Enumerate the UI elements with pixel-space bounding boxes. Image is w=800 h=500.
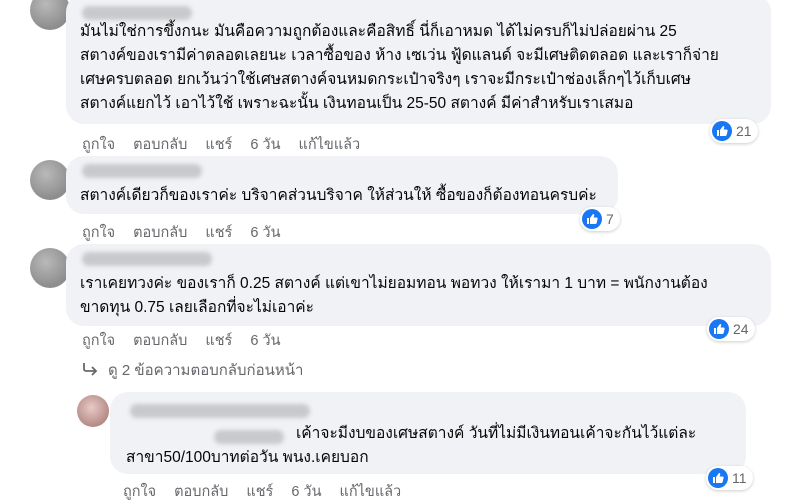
reaction-count[interactable]: 24 xyxy=(707,317,755,341)
thumbs-up-icon xyxy=(708,468,728,488)
comment-line: เราเคยทวงค่ะ ของเราก็ 0.25 สตางค์ แต่เขา… xyxy=(80,275,708,292)
commenter-name-blurred[interactable] xyxy=(82,6,192,20)
comment-text: สตางค์เดียวก็ของเราค่ะ บริจาคส่วนบริจาค … xyxy=(80,184,597,208)
replier-name-blurred[interactable] xyxy=(130,404,310,418)
reply-line: สาขา50/100บาทต่อวัน พนง.เคยบอก xyxy=(126,449,369,466)
comment-actions: ถูกใจ ตอบกลับ แชร์ 6 วัน xyxy=(82,329,298,352)
reply-bubble: เค้าจะมีงบของเศษสตางค์ วันที่ไม่มีเงินทอ… xyxy=(110,392,746,474)
thumbs-up-icon xyxy=(582,209,602,229)
comment-bubble: มันไม่ใช่การขึ้งกนะ มันคือความถูกต้องและ… xyxy=(66,0,771,124)
reply-arrow-icon xyxy=(82,360,98,381)
view-previous-replies-label: ดู 2 ข้อความตอบกลับก่อนหน้า xyxy=(108,362,304,379)
reaction-count[interactable]: 21 xyxy=(710,119,758,143)
comment-bubble: สตางค์เดียวก็ของเราค่ะ บริจาคส่วนบริจาค … xyxy=(66,156,618,214)
commenter-avatar[interactable] xyxy=(30,160,70,200)
reply-link[interactable]: ตอบกลับ xyxy=(174,480,228,500)
thumbs-up-icon xyxy=(709,319,729,339)
share-link[interactable]: แชร์ xyxy=(246,480,273,500)
timestamp[interactable]: 6 วัน xyxy=(250,221,280,244)
reply-line: เค้าจะมีงบของเศษสตางค์ วันที่ไม่มีเงินทอ… xyxy=(296,425,697,442)
like-link[interactable]: ถูกใจ xyxy=(82,221,115,244)
edited-label[interactable]: แก้ไขแล้ว xyxy=(298,133,360,156)
comment-line: มันไม่ใช่การขึ้งกนะ มันคือความถูกต้องและ… xyxy=(80,23,677,40)
reply-text: เค้าจะมีงบของเศษสตางค์ วันที่ไม่มีเงินทอ… xyxy=(126,422,696,470)
comment-line: สตางค์เดียวก็ของเราค่ะ บริจาคส่วนบริจาค … xyxy=(80,187,597,204)
reply-link[interactable]: ตอบกลับ xyxy=(133,133,187,156)
reaction-count[interactable]: 7 xyxy=(580,207,620,231)
commenter-avatar[interactable] xyxy=(30,0,70,30)
commenter-avatar[interactable] xyxy=(30,248,70,288)
comment-line: ขาดทุน 0.75 เลยเลือกที่จะไม่เอาค่ะ xyxy=(80,299,314,316)
replier-avatar[interactable] xyxy=(77,395,109,427)
commenter-name-blurred[interactable] xyxy=(82,164,202,178)
reaction-count-value: 7 xyxy=(606,211,614,227)
comment-line: สตางค์ของเรามีค่าตลอดเลยนะ เวลาซื้อของ ห… xyxy=(80,47,719,64)
edited-label[interactable]: แก้ไขแล้ว xyxy=(339,480,401,500)
thumbs-up-icon xyxy=(712,121,732,141)
like-link[interactable]: ถูกใจ xyxy=(82,329,115,352)
comment-text: มันไม่ใช่การขึ้งกนะ มันคือความถูกต้องและ… xyxy=(80,20,719,116)
timestamp[interactable]: 6 วัน xyxy=(250,329,280,352)
reaction-count-value: 21 xyxy=(736,123,752,139)
comment-actions: ถูกใจ ตอบกลับ แชร์ 6 วัน xyxy=(82,221,298,244)
reply-link[interactable]: ตอบกลับ xyxy=(133,221,187,244)
reaction-count-value: 11 xyxy=(732,470,747,486)
reply-link[interactable]: ตอบกลับ xyxy=(133,329,187,352)
share-link[interactable]: แชร์ xyxy=(205,133,232,156)
like-link[interactable]: ถูกใจ xyxy=(82,133,115,156)
reaction-count[interactable]: 11 xyxy=(706,466,753,490)
commenter-name-blurred[interactable] xyxy=(82,252,212,266)
timestamp[interactable]: 6 วัน xyxy=(291,480,321,500)
comment-bubble: เราเคยทวงค่ะ ของเราก็ 0.25 สตางค์ แต่เขา… xyxy=(66,244,771,326)
comment-actions: ถูกใจ ตอบกลับ แชร์ 6 วัน แก้ไขแล้ว xyxy=(82,133,378,156)
share-link[interactable]: แชร์ xyxy=(205,221,232,244)
comment-line: สตางค์แยกไว้ เอาไว้ใช้ เพราะฉะนั้น เงินท… xyxy=(80,95,634,112)
comment-text: เราเคยทวงค่ะ ของเราก็ 0.25 สตางค์ แต่เขา… xyxy=(80,272,708,320)
reply-actions: ถูกใจ ตอบกลับ แชร์ 6 วัน แก้ไขแล้ว xyxy=(123,480,419,500)
timestamp[interactable]: 6 วัน xyxy=(250,133,280,156)
reaction-count-value: 24 xyxy=(733,321,749,337)
comment-line: เศษครบตลอด ยกเว้นว่าใช้เศษสตางค์จนหมดกระ… xyxy=(80,71,691,88)
like-link[interactable]: ถูกใจ xyxy=(123,480,156,500)
view-previous-replies[interactable]: ดู 2 ข้อความตอบกลับก่อนหน้า xyxy=(82,358,303,382)
share-link[interactable]: แชร์ xyxy=(205,329,232,352)
